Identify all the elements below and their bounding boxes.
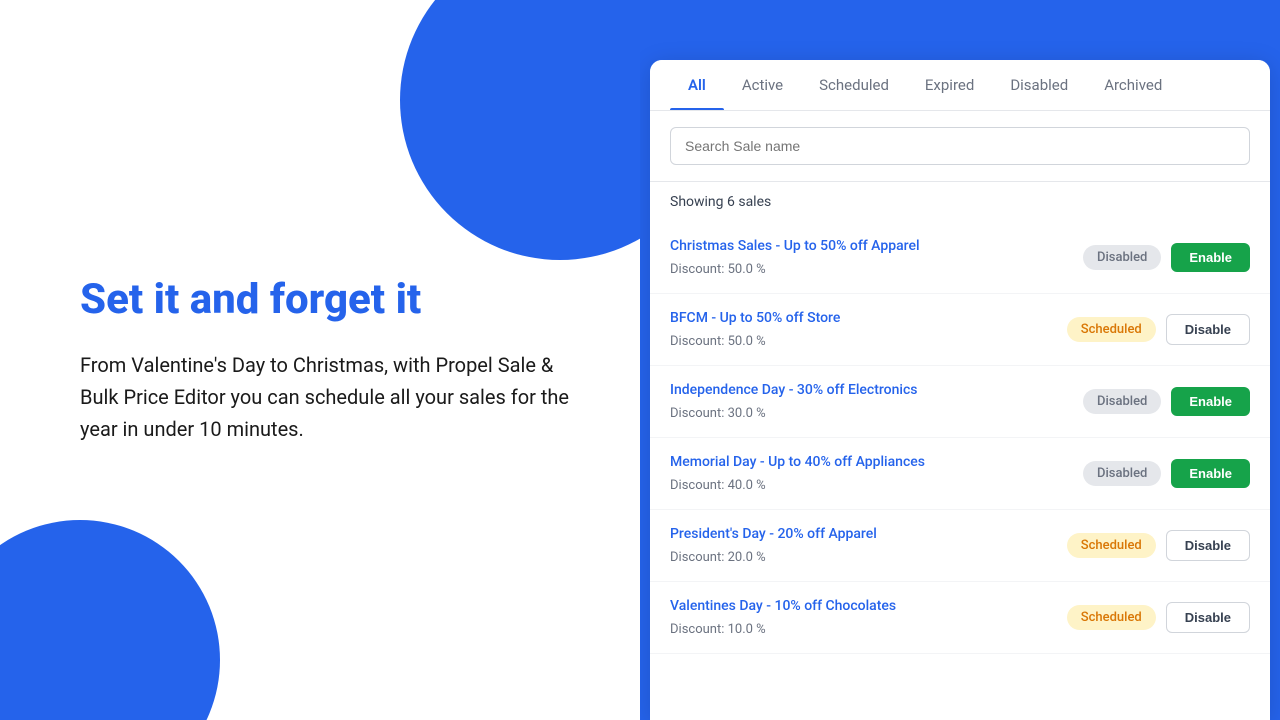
blob-top-decoration xyxy=(400,0,640,260)
enable-button[interactable]: Enable xyxy=(1171,387,1250,416)
table-row: Memorial Day - Up to 40% off AppliancesD… xyxy=(650,438,1270,510)
status-badge: Scheduled xyxy=(1067,317,1156,342)
left-panel: Set it and forget it From Valentine's Da… xyxy=(0,0,640,720)
disable-button[interactable]: Disable xyxy=(1166,602,1250,633)
status-badge: Scheduled xyxy=(1067,605,1156,630)
tabs-container: AllActiveScheduledExpiredDisabledArchive… xyxy=(650,60,1270,111)
left-content: Set it and forget it From Valentine's Da… xyxy=(80,275,580,445)
description: From Valentine's Day to Christmas, with … xyxy=(80,349,580,445)
table-row: Valentines Day - 10% off Chocolates Disco… xyxy=(650,582,1270,654)
disable-button[interactable]: Disable xyxy=(1166,314,1250,345)
headline: Set it and forget it xyxy=(80,275,580,325)
sale-info: Valentines Day - 10% off Chocolates Disco… xyxy=(670,598,1067,637)
tab-expired[interactable]: Expired xyxy=(907,60,992,110)
search-container xyxy=(650,111,1270,182)
sales-list: Christmas Sales - Up to 50% off ApparelD… xyxy=(650,222,1270,720)
tab-all[interactable]: All xyxy=(670,60,724,110)
sale-info: Christmas Sales - Up to 50% off Apparel D… xyxy=(670,238,1083,277)
sale-actions: Scheduled Disable xyxy=(1067,530,1250,561)
sale-actions: Scheduled Disable xyxy=(1067,602,1250,633)
tab-archived[interactable]: Archived xyxy=(1086,60,1180,110)
disable-button[interactable]: Disable xyxy=(1166,530,1250,561)
search-input[interactable] xyxy=(670,127,1250,165)
sales-card: AllActiveScheduledExpiredDisabledArchive… xyxy=(650,60,1270,720)
status-badge: Disabled xyxy=(1083,245,1161,270)
sale-info: Memorial Day - Up to 40% off Appliances D… xyxy=(670,454,1083,493)
sale-discount: Discount: 50.0 % xyxy=(670,334,766,349)
sale-name-link[interactable]: Valentines Day - 10% off Chocolates xyxy=(670,598,1067,614)
tab-scheduled[interactable]: Scheduled xyxy=(801,60,907,110)
sale-actions: Disabled Enable xyxy=(1083,387,1250,416)
sale-discount: Discount: 10.0 % xyxy=(670,622,766,637)
sale-actions: Scheduled Disable xyxy=(1067,314,1250,345)
table-row: Independence Day - 30% off ElectronicsDi… xyxy=(650,366,1270,438)
sale-info: Independence Day - 30% off Electronics Di… xyxy=(670,382,1083,421)
sale-discount: Discount: 20.0 % xyxy=(670,550,766,565)
sale-info: President's Day - 20% off Apparel Discoun… xyxy=(670,526,1067,565)
sale-name-link[interactable]: President's Day - 20% off Apparel xyxy=(670,526,1067,542)
enable-button[interactable]: Enable xyxy=(1171,243,1250,272)
sale-discount: Discount: 30.0 % xyxy=(670,406,766,421)
table-row: BFCM - Up to 50% off Store Discount: 50.0… xyxy=(650,294,1270,366)
sale-info: BFCM - Up to 50% off Store Discount: 50.0… xyxy=(670,310,1067,349)
sale-actions: Disabled Enable xyxy=(1083,459,1250,488)
tab-disabled[interactable]: Disabled xyxy=(992,60,1086,110)
sale-name-link[interactable]: Christmas Sales - Up to 50% off Apparel xyxy=(670,238,1083,254)
sale-name-link[interactable]: BFCM - Up to 50% off Store xyxy=(670,310,1067,326)
status-badge: Disabled xyxy=(1083,389,1161,414)
tab-active[interactable]: Active xyxy=(724,60,801,110)
sale-discount: Discount: 40.0 % xyxy=(670,478,766,493)
status-badge: Scheduled xyxy=(1067,533,1156,558)
table-row: President's Day - 20% off Apparel Discoun… xyxy=(650,510,1270,582)
sale-discount: Discount: 50.0 % xyxy=(670,262,766,277)
sale-name-link[interactable]: Memorial Day - Up to 40% off Appliances xyxy=(670,454,1083,470)
status-badge: Disabled xyxy=(1083,461,1161,486)
table-row: Christmas Sales - Up to 50% off ApparelD… xyxy=(650,222,1270,294)
blob-bottom-decoration xyxy=(0,520,220,720)
sales-summary: Showing 6 sales xyxy=(650,182,1270,222)
sale-name-link[interactable]: Independence Day - 30% off Electronics xyxy=(670,382,1083,398)
right-panel: AllActiveScheduledExpiredDisabledArchive… xyxy=(640,0,1280,720)
sale-actions: Disabled Enable xyxy=(1083,243,1250,272)
enable-button[interactable]: Enable xyxy=(1171,459,1250,488)
